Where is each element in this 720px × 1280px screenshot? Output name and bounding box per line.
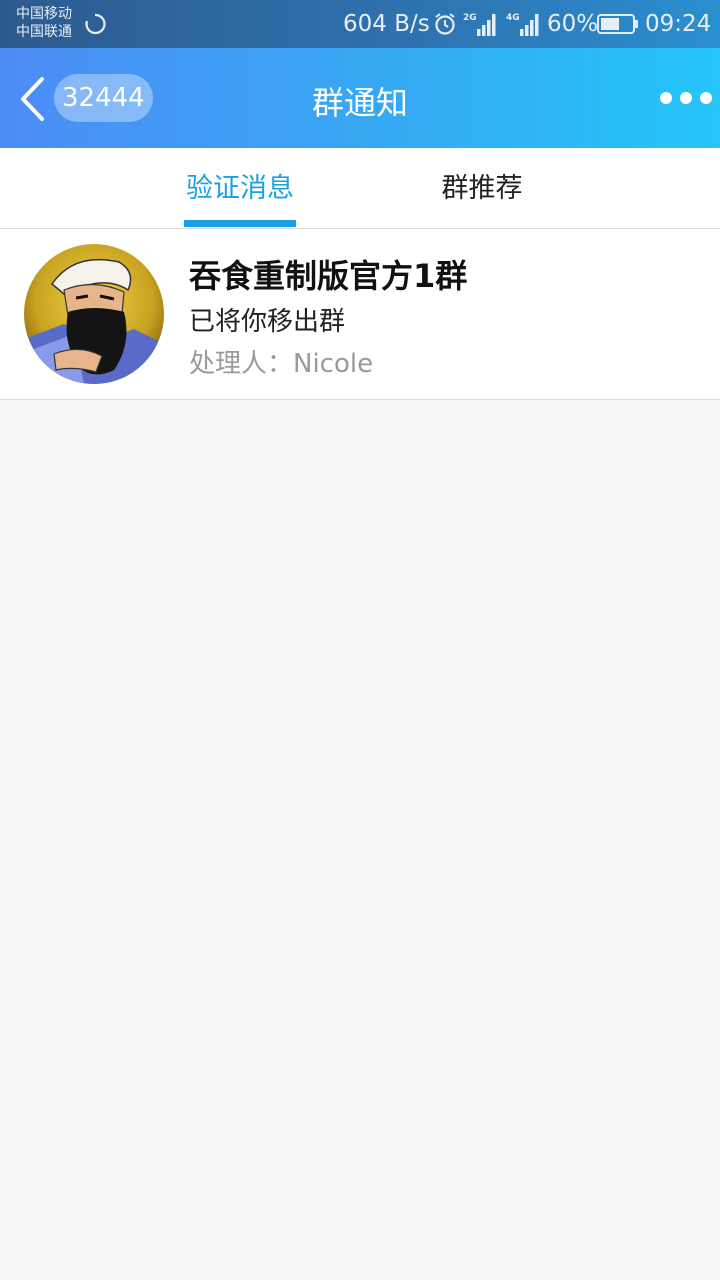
- signal-4g-label: 4G: [506, 13, 520, 23]
- alarm-clock-icon: [435, 13, 455, 35]
- handler-label: 处理人：Nicole: [189, 349, 374, 379]
- carrier-2: 中国联通: [16, 24, 72, 40]
- active-tab-indicator: [184, 220, 296, 227]
- signal-4g-icon: 4G: [506, 13, 539, 36]
- battery-icon: [597, 14, 638, 34]
- group-avatar[interactable]: [24, 244, 164, 384]
- group-name: 吞食重制版官方1群: [189, 257, 468, 295]
- status-bar: 中国移动 中国联通 604 B/s 2G 4G 60% 09:24: [0, 0, 720, 48]
- guan-yu-portrait-icon: [24, 244, 164, 384]
- more-dot-icon: [700, 92, 712, 104]
- carrier-names: 中国移动 中国联通: [16, 5, 72, 41]
- list-item[interactable]: 吞食重制版官方1群 已将你移出群 处理人：Nicole: [0, 229, 720, 400]
- carrier-1: 中国移动: [16, 6, 72, 22]
- battery-fill: [601, 18, 619, 30]
- sync-icon: [85, 13, 106, 35]
- signal-2g-label: 2G: [463, 13, 477, 23]
- clock: 09:24: [645, 11, 712, 37]
- tab-verification-messages[interactable]: 验证消息: [184, 148, 296, 228]
- tab-bar: 验证消息 群推荐: [0, 148, 720, 229]
- more-dot-icon: [660, 92, 672, 104]
- battery-percent: 60%: [547, 11, 599, 37]
- tab-group-recommendations[interactable]: 群推荐: [426, 148, 538, 228]
- title-bar: 32444 群通知: [0, 48, 720, 148]
- more-options-button[interactable]: [656, 84, 712, 112]
- page-title: 群通知: [311, 84, 408, 122]
- more-dot-icon: [680, 92, 692, 104]
- network-speed: 604 B/s: [343, 11, 430, 37]
- signal-2g-icon: 2G: [463, 13, 496, 36]
- notice-message: 已将你移出群: [189, 307, 346, 337]
